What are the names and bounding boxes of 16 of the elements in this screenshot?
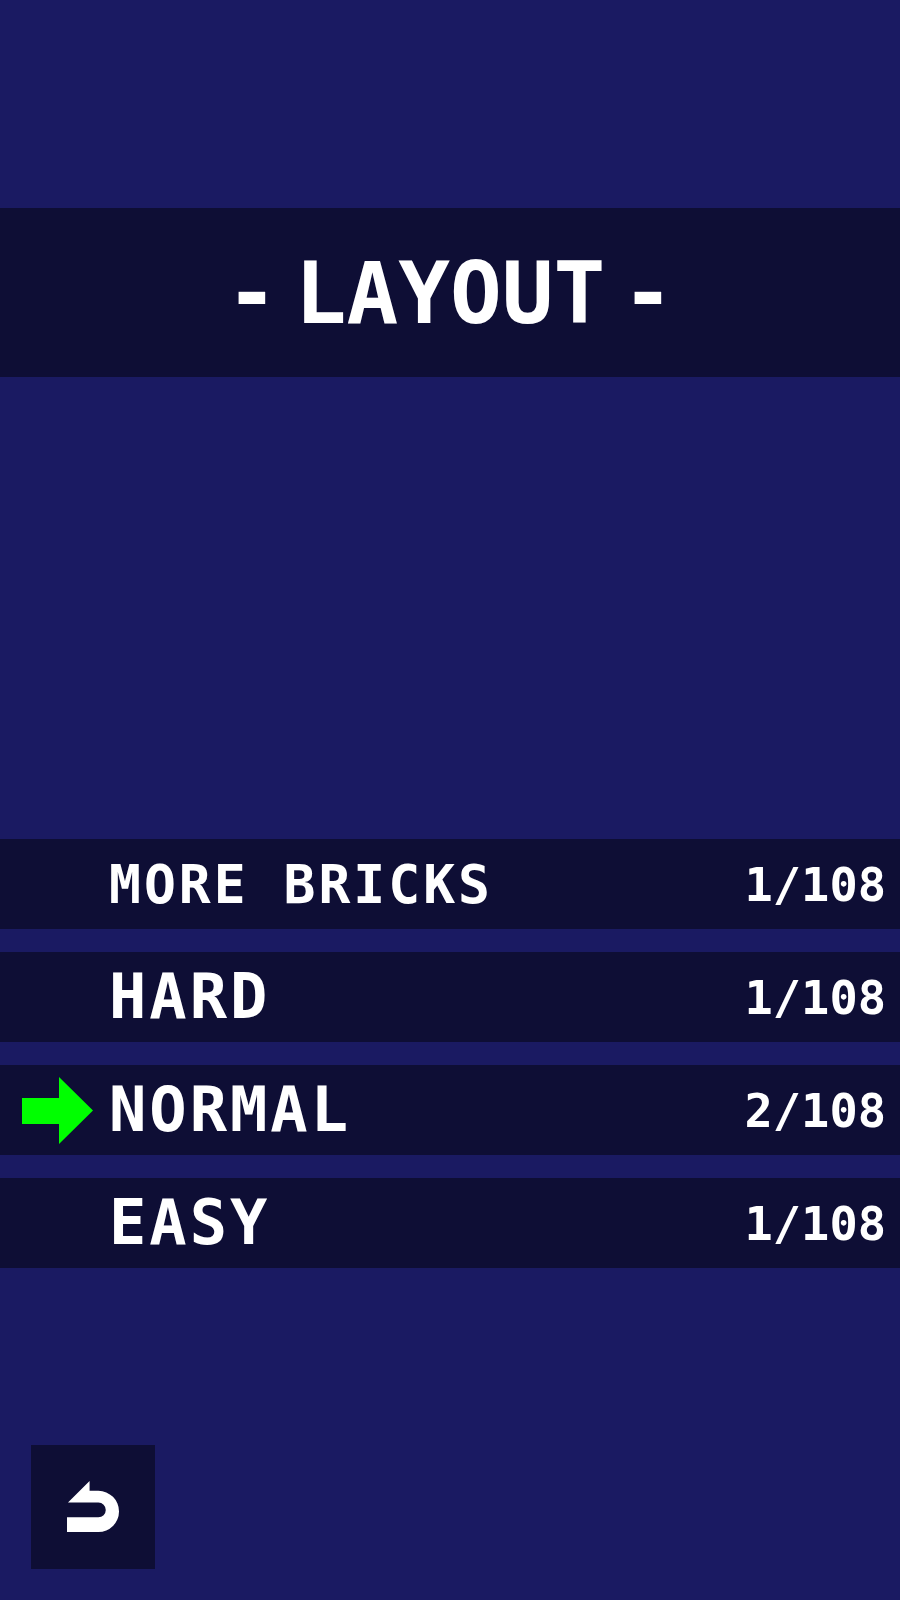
- layout-row[interactable]: EASY 1/108: [0, 1178, 900, 1268]
- back-button[interactable]: [31, 1445, 155, 1569]
- layout-label: EASY: [109, 1192, 271, 1254]
- progress-count: 2/108: [744, 1086, 886, 1134]
- layout-row[interactable]: MORE BRICKS 1/108: [0, 839, 900, 929]
- layout-row[interactable]: NORMAL 2/108: [0, 1065, 900, 1155]
- layout-row[interactable]: HARD 1/108: [0, 952, 900, 1042]
- progress-count: 1/108: [744, 860, 886, 908]
- layout-label: NORMAL: [109, 1079, 351, 1141]
- layout-label: HARD: [109, 966, 271, 1028]
- progress-count: 1/108: [744, 1199, 886, 1247]
- arrow-right-icon: [22, 1076, 93, 1144]
- layout-label: MORE BRICKS: [109, 857, 493, 911]
- progress-count: 1/108: [744, 973, 886, 1021]
- screen-title: - LAYOUT -: [226, 249, 674, 336]
- back-icon: [66, 1481, 120, 1533]
